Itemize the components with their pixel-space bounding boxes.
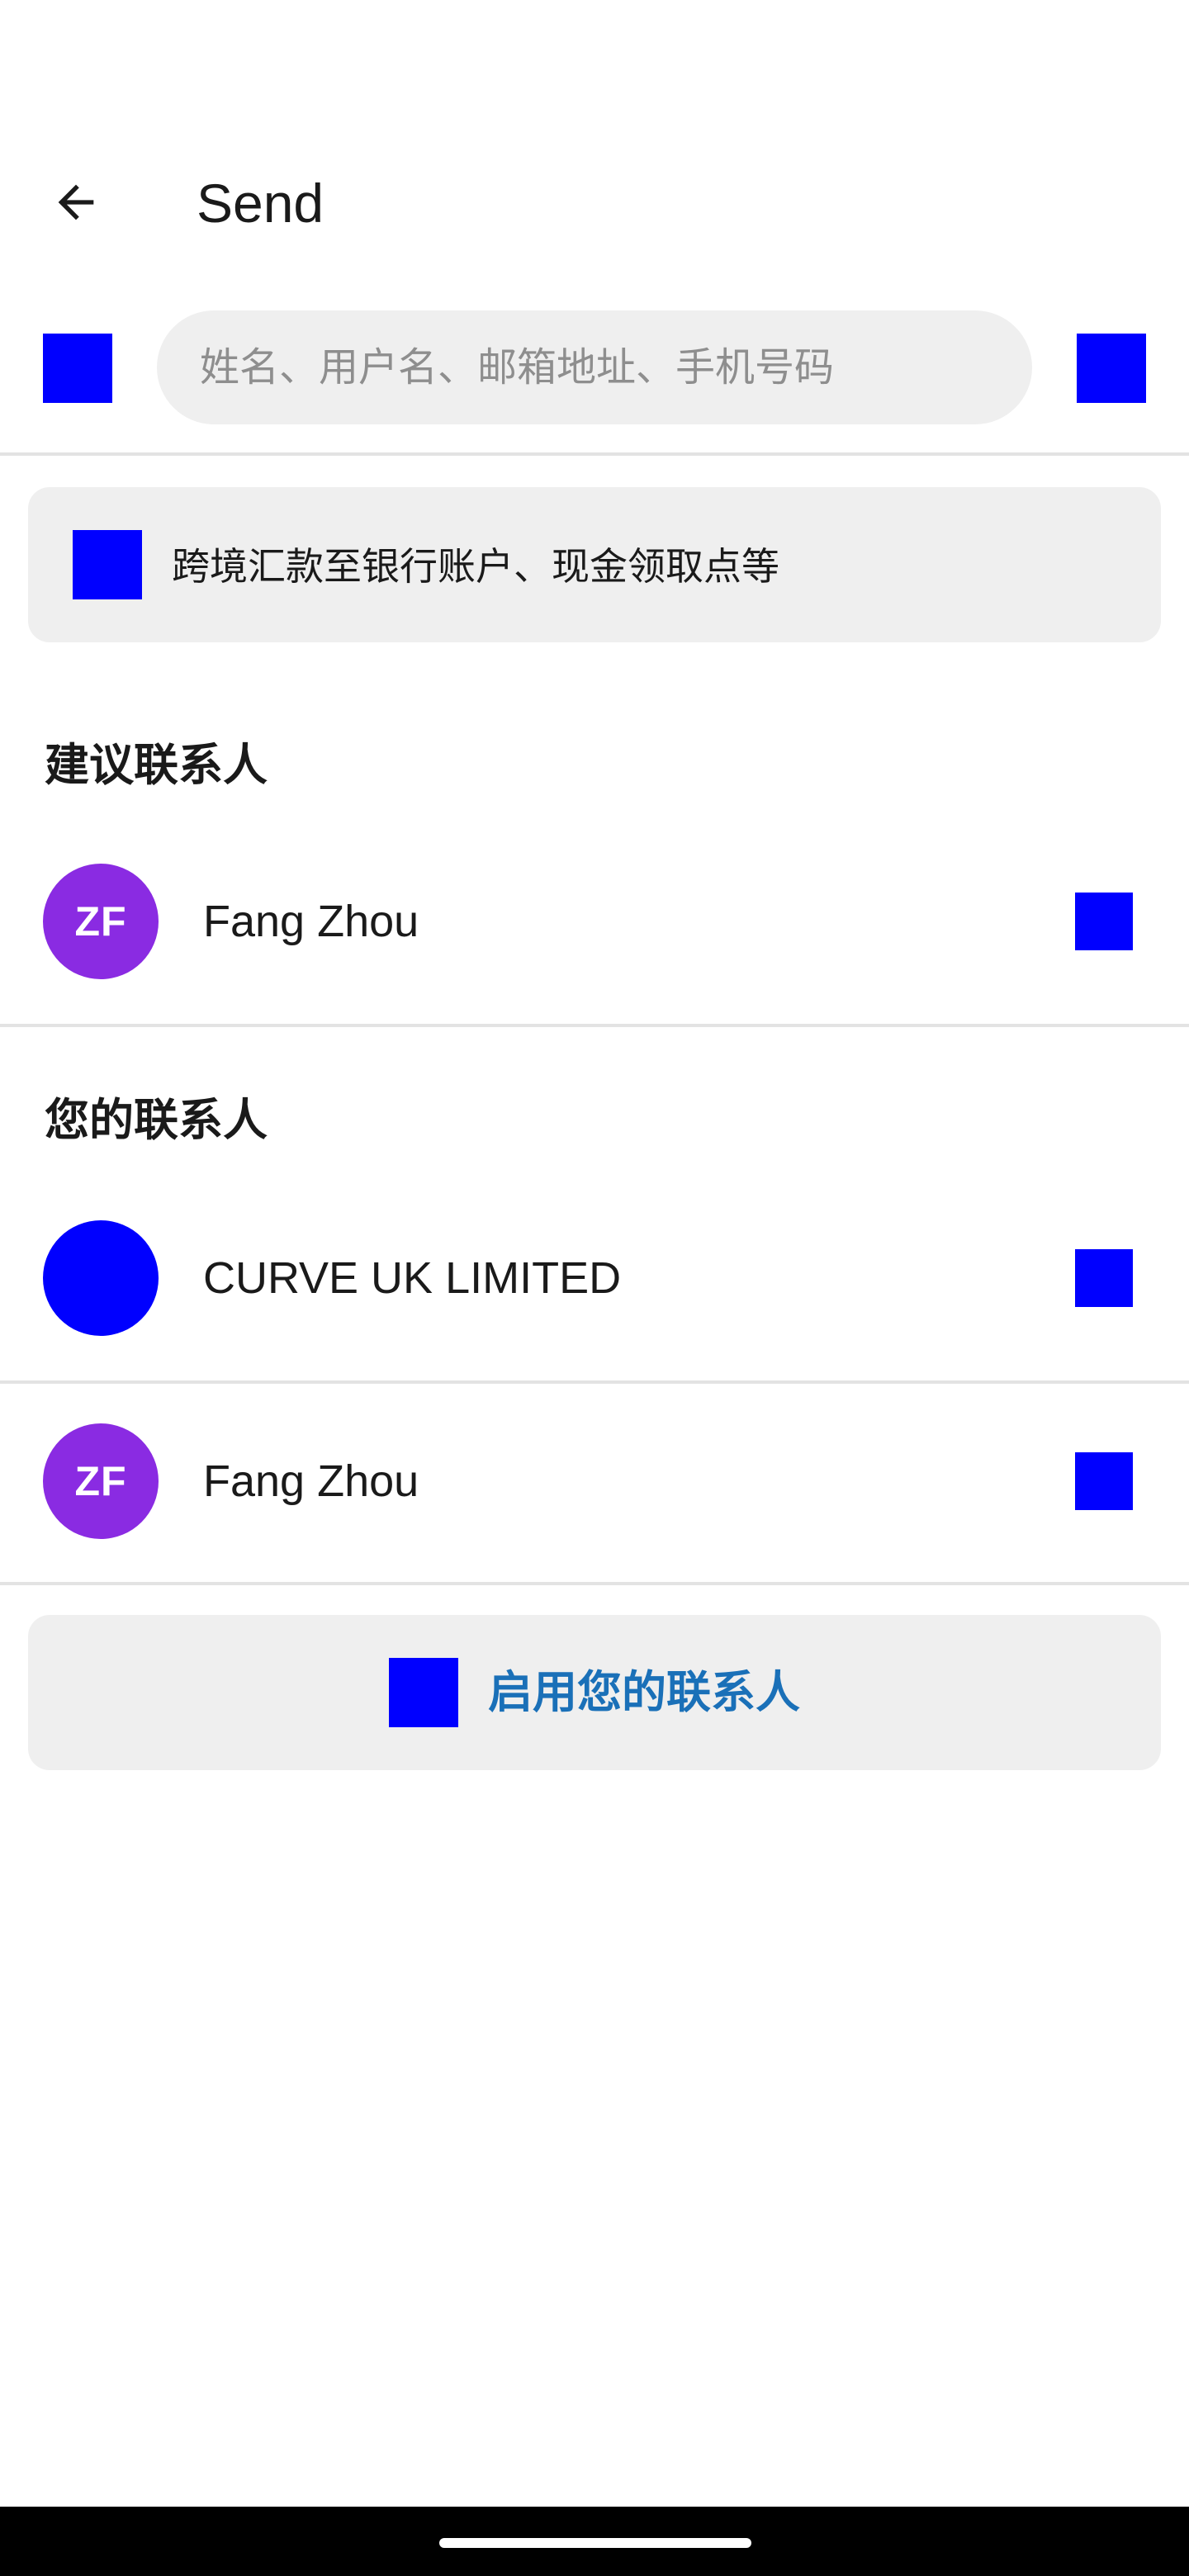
your-contacts-heading: 您的联系人 bbox=[45, 1096, 268, 1145]
status-bar bbox=[0, 0, 1189, 140]
contact-row-curve-uk-limited[interactable]: CURVE UK LIMITED bbox=[0, 1192, 1189, 1384]
contact-row-fang-zhou[interactable]: ZF Fang Zhou bbox=[0, 1384, 1189, 1585]
back-button[interactable] bbox=[33, 161, 119, 247]
contact-action-icon[interactable] bbox=[1075, 893, 1133, 950]
avatar-initials: ZF bbox=[74, 898, 127, 945]
contact-name: Fang Zhou bbox=[203, 897, 419, 946]
avatar: ZF bbox=[43, 864, 159, 979]
system-navigation-bar bbox=[0, 2507, 1189, 2576]
cross-border-label: 跨境汇款至银行账户、现金领取点等 bbox=[172, 545, 779, 588]
search-right-icon[interactable] bbox=[1077, 334, 1146, 403]
suggested-contacts-heading: 建议联系人 bbox=[45, 741, 268, 790]
contact-action-icon[interactable] bbox=[1075, 1452, 1133, 1510]
send-screen: Send 跨境汇款至银行账户、现金领取点等 建议联系人 ZF Fang Zhou… bbox=[0, 0, 1189, 2576]
cross-border-transfer-button[interactable]: 跨境汇款至银行账户、现金领取点等 bbox=[28, 487, 1161, 642]
arrow-left-icon bbox=[50, 176, 102, 233]
contact-action-icon[interactable] bbox=[1075, 1249, 1133, 1307]
enable-contacts-icon bbox=[389, 1658, 458, 1727]
contact-name: Fang Zhou bbox=[203, 1456, 419, 1506]
contact-name: CURVE UK LIMITED bbox=[203, 1253, 622, 1303]
avatar bbox=[43, 1220, 159, 1336]
page-title: Send bbox=[197, 173, 324, 234]
cross-border-icon bbox=[73, 530, 142, 599]
home-indicator[interactable] bbox=[439, 2538, 751, 2548]
contact-row-suggested-fang-zhou[interactable]: ZF Fang Zhou bbox=[0, 836, 1189, 1027]
enable-contacts-button[interactable]: 启用您的联系人 bbox=[28, 1615, 1161, 1770]
search-left-icon[interactable] bbox=[43, 334, 112, 403]
avatar-initials: ZF bbox=[74, 1458, 127, 1504]
enable-contacts-label: 启用您的联系人 bbox=[488, 1668, 800, 1717]
avatar: ZF bbox=[43, 1423, 159, 1539]
app-bar: Send bbox=[0, 140, 1189, 281]
search-bar bbox=[0, 281, 1189, 456]
search-input[interactable] bbox=[157, 310, 1032, 424]
